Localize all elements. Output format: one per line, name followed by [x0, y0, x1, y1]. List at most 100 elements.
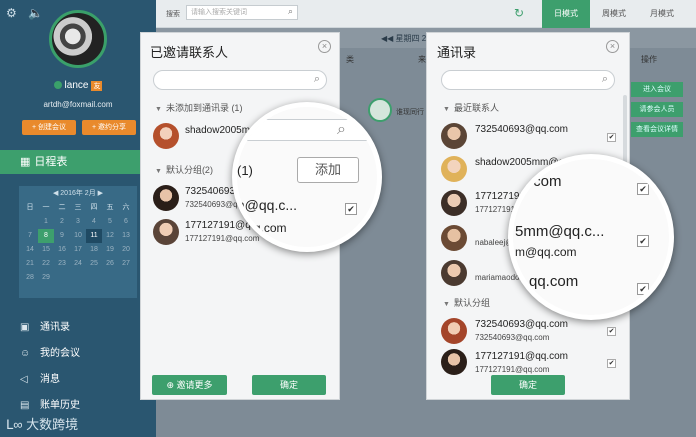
search-input[interactable]: 请输入搜索关键词 — [186, 5, 298, 20]
sidebar: ⚙ 🔈 lance 友 artdh@foxmail.com + 创建会议 + 邀约… — [0, 0, 156, 437]
calendar-day[interactable]: 9 — [54, 229, 70, 243]
calendar-day[interactable]: 8 — [38, 229, 54, 243]
contact-name: 732540693@qq.com — [475, 124, 568, 135]
tab-week-mode[interactable]: 周模式 — [590, 0, 638, 28]
create-meeting-button[interactable]: + 创建会议 — [22, 120, 76, 135]
group-label: 默认分组(2) — [165, 165, 213, 175]
calendar-day[interactable]: 11 — [86, 229, 102, 243]
calendar-day — [54, 271, 70, 285]
search-icon: ⌕ — [601, 73, 608, 85]
search-icon: ⌕ — [337, 121, 346, 138]
contact-name: 732540693 — [185, 186, 236, 197]
calendar-weekday: 四 — [90, 204, 98, 211]
calendar-day[interactable]: 26 — [102, 257, 118, 271]
calendar-day[interactable]: 5 — [102, 215, 118, 229]
tab-day-mode[interactable]: 日模式 — [542, 0, 590, 28]
calendar-day[interactable]: 22 — [38, 257, 54, 271]
search-label: 搜索 — [166, 11, 180, 18]
avatar[interactable] — [49, 10, 107, 68]
top-bar: 搜索 请输入搜索关键词 ⌕ ↻ 日模式 周模式 月模式 — [156, 0, 696, 28]
group-default[interactable]: ▼ 默认分组(2) — [155, 163, 213, 176]
sidebar-item-messages[interactable]: ◁ 消息 — [20, 370, 60, 385]
calendar-weekday: 六 — [122, 204, 130, 211]
calendar-day[interactable]: 24 — [70, 257, 86, 271]
user-name-text: lance — [64, 80, 89, 91]
calendar-month-header[interactable]: ◀ 2016年 2月 ▶ — [19, 188, 137, 198]
contact-checkbox[interactable]: ✔ — [607, 359, 616, 368]
calendar-day[interactable]: 13 — [118, 229, 134, 243]
nav-calendar-label: 日程表 — [34, 156, 68, 168]
calendar-day[interactable]: 7 — [22, 229, 38, 243]
close-icon[interactable]: × — [318, 40, 331, 53]
avatar — [441, 156, 467, 182]
user-badge: 友 — [91, 81, 103, 91]
close-icon[interactable]: × — [606, 40, 619, 53]
nav-calendar[interactable]: ▦ 日程表 — [0, 150, 156, 174]
calendar-day[interactable]: 29 — [38, 271, 54, 285]
calendar-day[interactable]: 19 — [102, 243, 118, 257]
calendar-icon: ▦ — [20, 156, 31, 168]
speaker-icon[interactable]: 🔈 — [28, 6, 43, 20]
calendar-day[interactable]: 6 — [118, 215, 134, 229]
calendar-day[interactable]: 12 — [102, 229, 118, 243]
calendar-weekday: 二 — [58, 204, 66, 211]
checkbox-checked[interactable]: ✔ — [637, 283, 649, 295]
group-default[interactable]: ▼ 默认分组 — [443, 296, 490, 309]
checkbox-checked[interactable]: ✔ — [637, 235, 649, 247]
calendar-day[interactable]: 27 — [118, 257, 134, 271]
search-input[interactable]: ⌕ — [153, 70, 327, 90]
collapse-icon: ▼ — [443, 106, 450, 113]
calendar-day[interactable]: 3 — [70, 215, 86, 229]
sidebar-item-meetings[interactable]: ☺ 我的会议 — [20, 344, 80, 359]
calendar-day[interactable]: 15 — [38, 243, 54, 257]
invite-more-button[interactable]: ⊕ 邀请更多 — [152, 375, 227, 395]
calendar-weekday: 三 — [74, 204, 82, 211]
dialog-title: 通讯录 — [437, 45, 477, 60]
checkbox-checked[interactable]: ✔ — [345, 203, 357, 215]
calendar-day[interactable]: 2 — [54, 215, 70, 229]
meeting-details-button[interactable]: 查看会议详情 — [631, 122, 683, 137]
calendar-day[interactable]: 20 — [118, 243, 134, 257]
add-contact-button[interactable]: 添加 — [297, 157, 359, 183]
calendar-day[interactable]: 21 — [22, 257, 38, 271]
calendar-day[interactable]: 18 — [86, 243, 102, 257]
sidebar-item-contacts[interactable]: ▣ 通讯录 — [20, 318, 70, 333]
calendar-day[interactable]: 10 — [70, 229, 86, 243]
calendar-weekday: 五 — [106, 204, 114, 211]
calendar-day[interactable]: 16 — [54, 243, 70, 257]
calendar-day[interactable]: 17 — [70, 243, 86, 257]
calendar-day[interactable]: 23 — [54, 257, 70, 271]
confirm-button[interactable]: 确定 — [252, 375, 326, 395]
calendar-day[interactable]: 14 — [22, 243, 38, 257]
contact-email: 732540693@qq.com — [475, 333, 550, 342]
contact-email: 177127191@qq.com — [475, 365, 550, 374]
zoomed-email: m@qq.c... — [233, 197, 298, 213]
collapse-icon: ▼ — [443, 301, 450, 308]
search-input-zoomed — [237, 119, 377, 141]
magnifier-lens: ⌕ (1) 添加 m@qq.c... ✔ @qq.com — [232, 102, 382, 252]
calendar-day[interactable]: 1 — [38, 215, 54, 229]
enter-meeting-button[interactable]: 进入会议 — [631, 82, 683, 97]
contact-checkbox[interactable]: ✔ — [607, 133, 616, 142]
checkbox-checked[interactable]: ✔ — [637, 183, 649, 195]
refresh-icon[interactable]: ↻ — [514, 6, 524, 20]
dialog-title: 已邀请联系人 — [150, 45, 229, 60]
tab-month-mode[interactable]: 月模式 — [638, 0, 686, 28]
contacts-icon: ▣ — [20, 322, 30, 333]
calendar-weekday: 一 — [42, 204, 50, 211]
sidebar-item-bills[interactable]: ▤ 账单历史 — [20, 396, 80, 411]
calendar-day[interactable]: 25 — [86, 257, 102, 271]
confirm-button[interactable]: 确定 — [491, 375, 565, 395]
group-recent[interactable]: ▼ 最近联系人 — [443, 101, 499, 114]
search-icon[interactable]: ⌕ — [288, 6, 293, 17]
calendar-day[interactable]: 4 — [86, 215, 102, 229]
attendees-button[interactable]: 请参会人员 — [631, 102, 683, 117]
search-input[interactable]: ⌕ — [441, 70, 615, 90]
settings-icon[interactable]: ⚙ — [6, 6, 17, 20]
invite-share-button[interactable]: + 邀约分享 — [82, 120, 136, 135]
group-label: 未添加到通讯录 (1) — [165, 103, 243, 113]
contact-name: 732540693@qq.com — [475, 319, 568, 330]
calendar-day[interactable]: 28 — [22, 271, 38, 285]
group-unadded[interactable]: ▼ 未添加到通讯录 (1) — [155, 101, 242, 114]
contact-checkbox[interactable]: ✔ — [607, 327, 616, 336]
